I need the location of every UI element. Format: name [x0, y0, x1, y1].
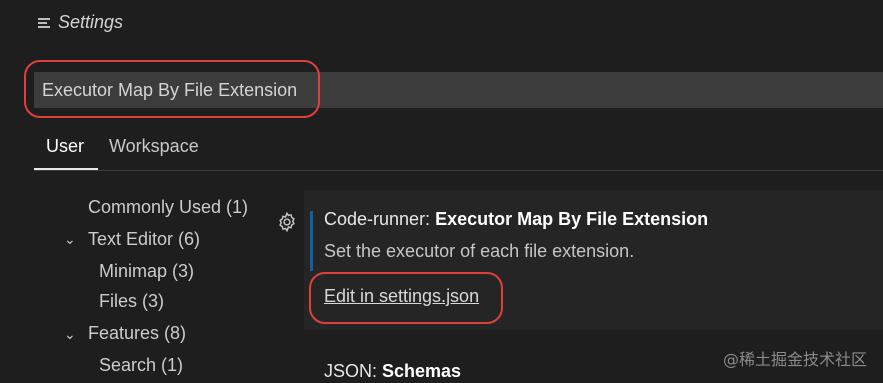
active-tab-indicator	[34, 168, 98, 170]
editor-title-label: Settings	[58, 12, 124, 32]
next-setting-name: Schemas	[382, 361, 462, 381]
settings-search-input[interactable]	[42, 72, 862, 108]
editor-tab-title[interactable]: Settings	[38, 12, 123, 33]
toc-item-text-editor[interactable]: Text Editor (6)	[88, 229, 200, 250]
setting-description: Set the executor of each file extension.	[324, 241, 635, 261]
tab-workspace[interactable]: Workspace	[109, 136, 199, 157]
next-setting-category: JSON:	[324, 361, 383, 381]
watermark: @稀土掘金技术社区	[722, 350, 867, 369]
settings-editor: Settings User Workspace Commonly Used (1…	[0, 0, 883, 383]
list-icon	[38, 17, 50, 29]
chevron-down-icon[interactable]: ⌄	[64, 231, 76, 248]
gear-icon[interactable]	[276, 211, 298, 233]
toc-item-search[interactable]: Search (1)	[99, 355, 183, 376]
setting-name: Executor Map By File Extension	[435, 209, 709, 229]
toc-item-minimap[interactable]: Minimap (3)	[99, 261, 194, 282]
settings-scope-tabs: User Workspace	[34, 126, 883, 171]
tab-user[interactable]: User	[46, 136, 84, 157]
toc-item-files[interactable]: Files (3)	[99, 291, 164, 312]
toc-item-features[interactable]: Features (8)	[88, 323, 186, 344]
edit-in-settings-json-link[interactable]: Edit in settings.json	[324, 286, 479, 307]
setting-focus-indicator	[310, 211, 313, 271]
next-setting-title: JSON: Schemas	[324, 361, 461, 382]
toc-item-commonly-used[interactable]: Commonly Used (1)	[88, 197, 248, 218]
settings-search-bar[interactable]	[34, 72, 883, 108]
setting-category: Code-runner:	[324, 209, 436, 229]
chevron-down-icon[interactable]: ⌄	[64, 326, 76, 343]
setting-title: Code-runner: Executor Map By File Extens…	[324, 209, 708, 230]
